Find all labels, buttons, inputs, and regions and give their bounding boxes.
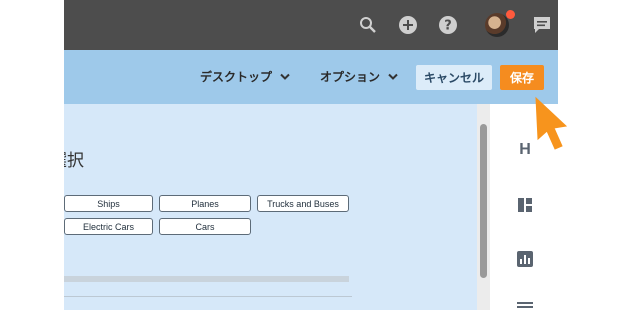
add-icon[interactable] [396, 13, 420, 37]
help-icon[interactable]: ? [436, 13, 460, 37]
chip-cars[interactable]: Cars [159, 218, 251, 235]
chip-planes[interactable]: Planes [159, 195, 251, 212]
chevron-down-icon [280, 70, 290, 84]
divider [64, 296, 352, 297]
avatar[interactable] [485, 13, 509, 37]
desktop-label: デスクトップ [200, 70, 273, 84]
chat-icon[interactable] [530, 13, 554, 37]
notification-badge [506, 10, 515, 19]
options-dropdown[interactable]: オプション [320, 64, 398, 89]
layout-icon[interactable] [516, 196, 534, 214]
chip-electric-cars[interactable]: Electric Cars [64, 218, 153, 235]
chart-icon[interactable] [516, 250, 534, 268]
cancel-button[interactable]: キャンセル [416, 65, 492, 90]
chevron-down-icon [388, 70, 398, 84]
scrollbar-thumb[interactable] [480, 124, 487, 278]
table-icon[interactable] [516, 300, 534, 310]
progress-placeholder [64, 276, 349, 282]
search-icon[interactable] [356, 13, 380, 37]
top-bar [64, 0, 558, 50]
pointer-cursor-icon [532, 96, 572, 156]
options-label: オプション [320, 70, 381, 84]
desktop-dropdown[interactable]: デスクトップ [200, 64, 290, 89]
section-heading: 選択 [50, 151, 84, 171]
chip-ships[interactable]: Ships [64, 195, 153, 212]
save-button[interactable]: 保存 [500, 65, 544, 90]
svg-text:?: ? [444, 19, 452, 34]
chip-trucks-and-buses[interactable]: Trucks and Buses [257, 195, 349, 212]
